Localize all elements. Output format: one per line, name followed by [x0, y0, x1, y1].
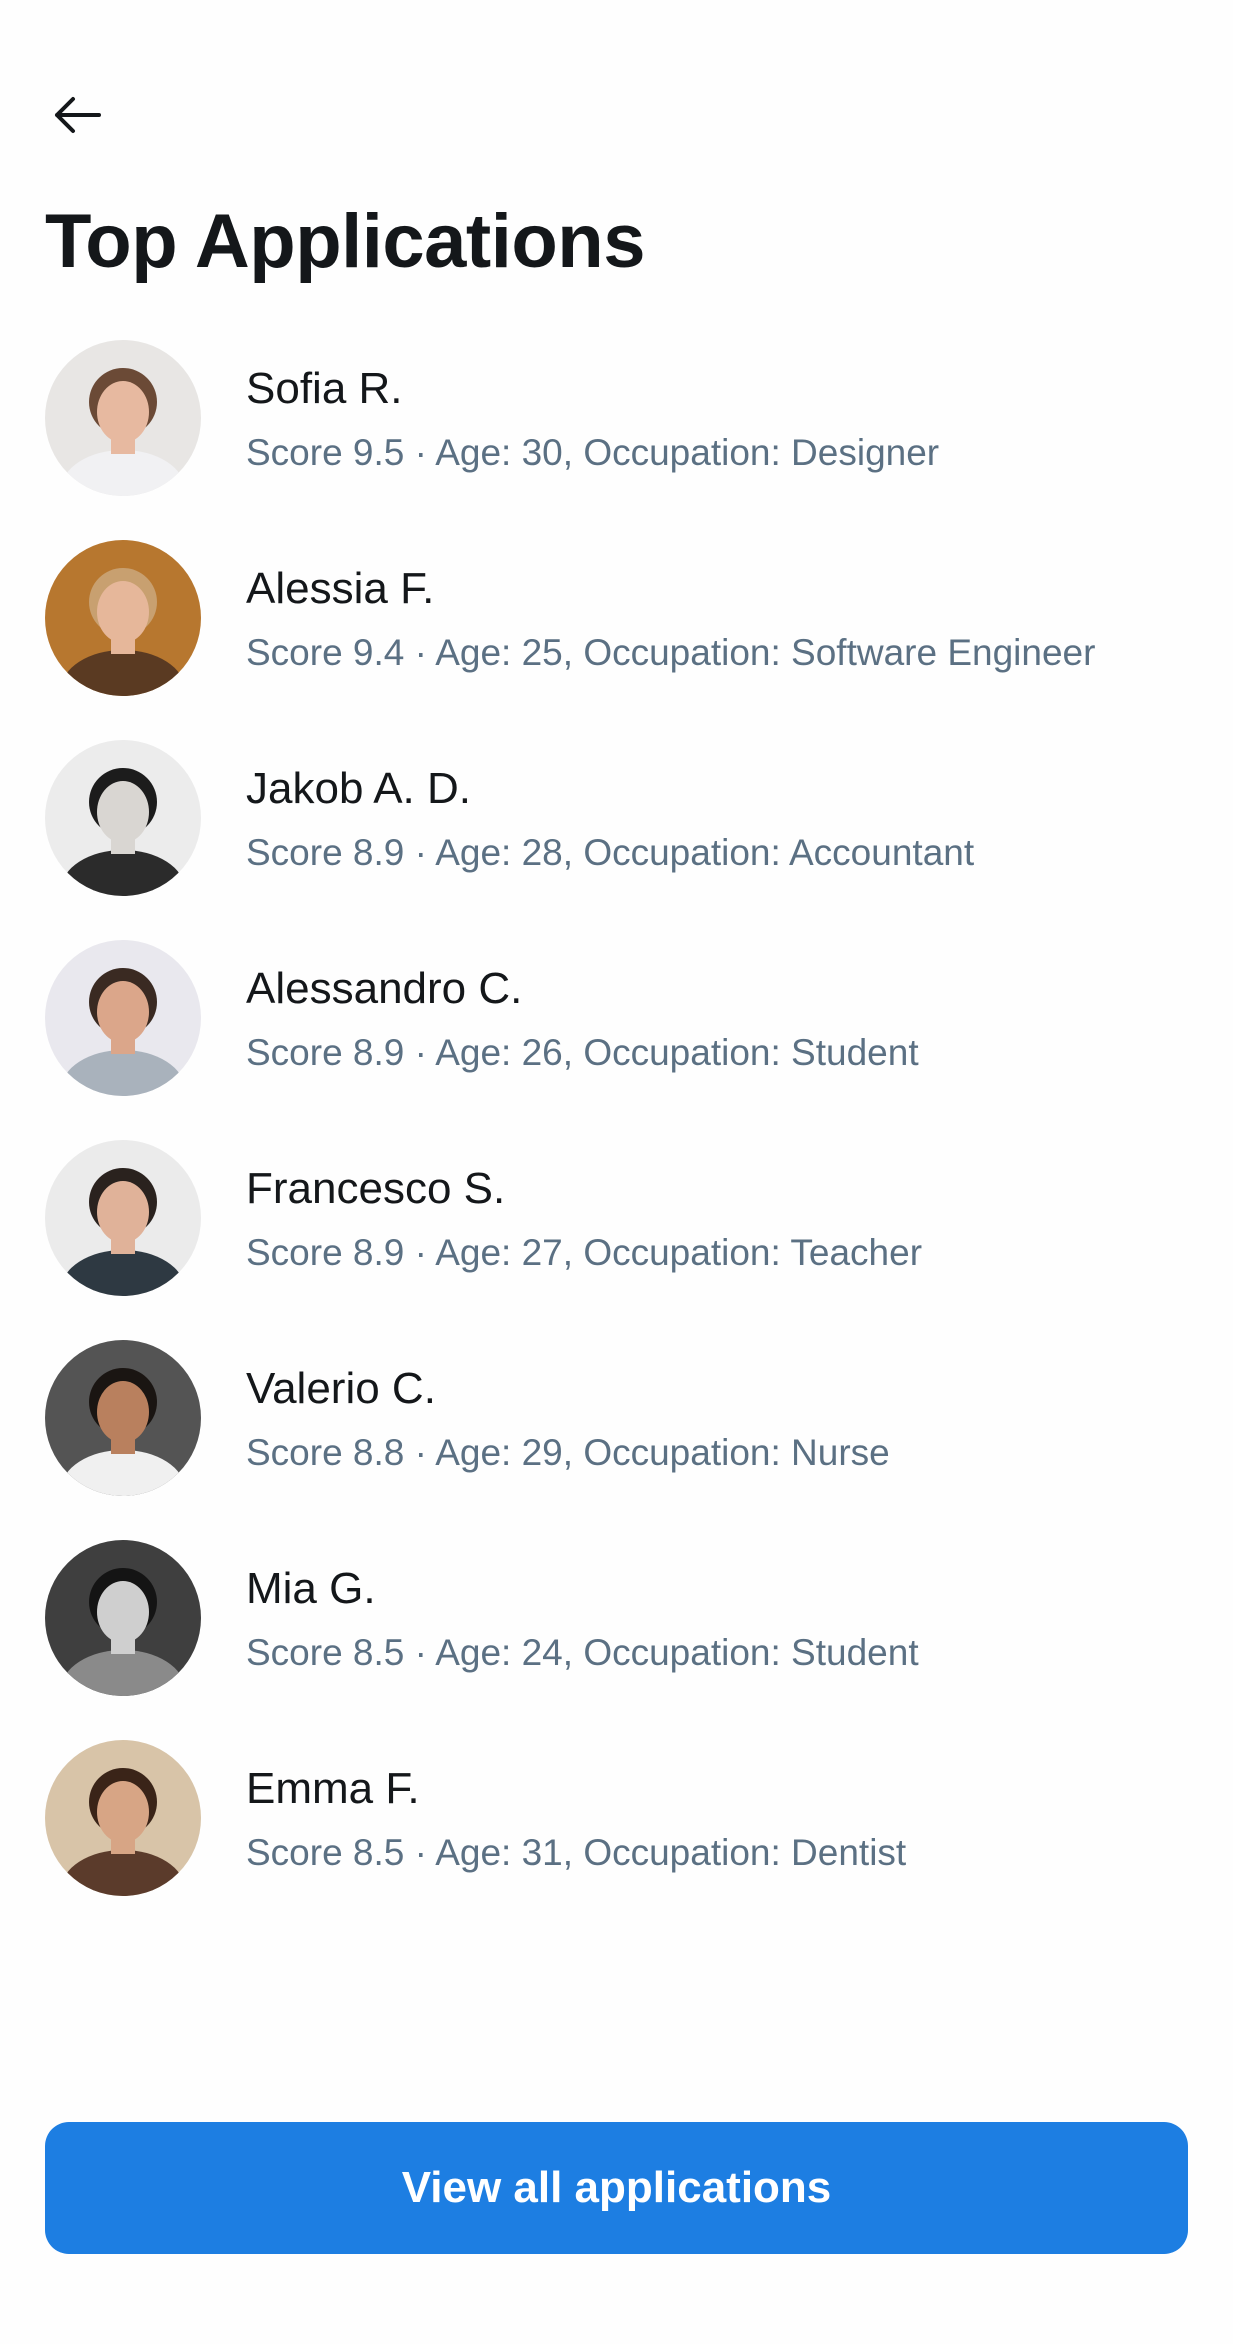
applicant-details: Score 9.5 · Age: 30, Occupation: Designe… — [246, 432, 940, 473]
arrow-left-icon — [49, 87, 105, 148]
application-row[interactable]: Alessandro C. Score 8.9 · Age: 26, Occupa… — [0, 940, 1233, 1140]
application-row[interactable]: Alessia F. Score 9.4 · Age: 25, Occupatio… — [0, 540, 1233, 740]
applicant-details: Score 9.4 · Age: 25, Occupation: Softwar… — [246, 632, 1096, 673]
applicant-name: Alessandro C. — [246, 964, 523, 1013]
applicant-details: Score 8.5 · Age: 31, Occupation: Dentist — [246, 1832, 907, 1873]
back-button[interactable] — [40, 80, 114, 154]
avatar — [45, 940, 201, 1096]
application-row[interactable]: Jakob A. D. Score 8.9 · Age: 28, Occupati… — [0, 740, 1233, 940]
applicant-details: Score 8.8 · Age: 29, Occupation: Nurse — [246, 1432, 890, 1473]
avatar — [45, 1340, 201, 1496]
application-row[interactable]: Valerio C. Score 8.8 · Age: 29, Occupatio… — [0, 1340, 1233, 1540]
applicant-details: Score 8.9 · Age: 28, Occupation: Account… — [246, 832, 975, 873]
applicant-name: Valerio C. — [246, 1364, 436, 1413]
applicant-details: Score 8.9 · Age: 26, Occupation: Student — [246, 1032, 919, 1073]
avatar — [45, 740, 201, 896]
avatar — [45, 1140, 201, 1296]
application-row[interactable]: Francesco S. Score 8.9 · Age: 27, Occupat… — [0, 1140, 1233, 1340]
avatar — [45, 1740, 201, 1896]
avatar — [45, 540, 201, 696]
avatar — [45, 340, 201, 496]
applicant-details: Score 8.9 · Age: 27, Occupation: Teacher — [246, 1232, 923, 1273]
view-all-applications-button[interactable]: View all applications — [45, 2122, 1188, 2254]
applicant-name: Emma F. — [246, 1764, 420, 1813]
applicant-name: Francesco S. — [246, 1164, 506, 1213]
applicant-name: Mia G. — [246, 1564, 376, 1613]
page-title: Top Applications — [45, 199, 645, 284]
applications-list: Sofia R. Score 9.5 · Age: 30, Occupation:… — [0, 340, 1233, 1940]
applicant-name: Jakob A. D. — [246, 764, 472, 813]
applicant-name: Alessia F. — [246, 564, 435, 613]
application-row[interactable]: Emma F. Score 8.5 · Age: 31, Occupation: … — [0, 1740, 1233, 1940]
application-row[interactable]: Sofia R. Score 9.5 · Age: 30, Occupation:… — [0, 340, 1233, 540]
avatar — [45, 1540, 201, 1696]
applicant-details: Score 8.5 · Age: 24, Occupation: Student — [246, 1632, 919, 1673]
applicant-name: Sofia R. — [246, 364, 403, 413]
application-row[interactable]: Mia G. Score 8.5 · Age: 24, Occupation: S… — [0, 1540, 1233, 1740]
